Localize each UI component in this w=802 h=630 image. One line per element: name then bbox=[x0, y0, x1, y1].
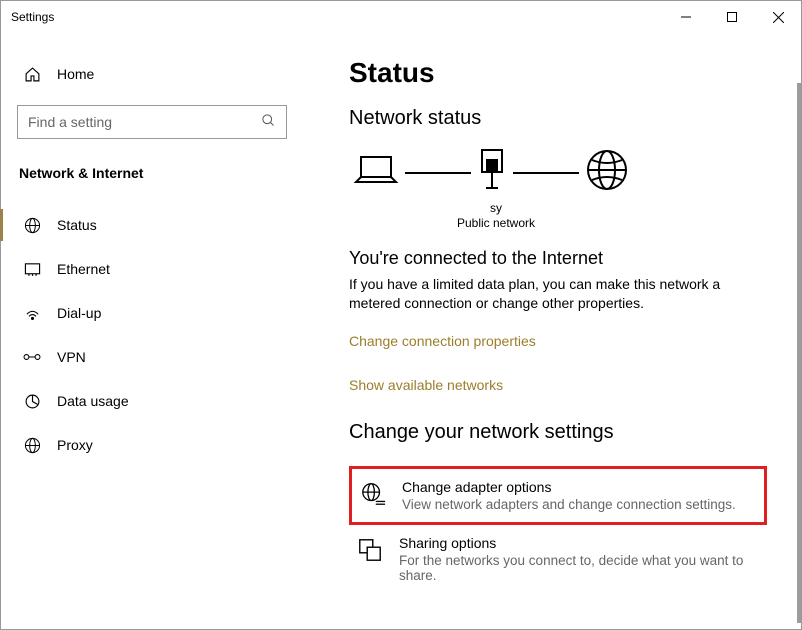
status-heading: Network status bbox=[349, 107, 767, 130]
diagram-connector bbox=[513, 172, 579, 174]
ethernet-icon bbox=[23, 260, 41, 278]
adapter-icon bbox=[360, 481, 386, 507]
sidebar-item-label: Proxy bbox=[57, 437, 93, 453]
sidebar-item-ethernet[interactable]: Ethernet bbox=[1, 247, 303, 291]
sidebar-item-datausage[interactable]: Data usage bbox=[1, 379, 303, 423]
scrollbar[interactable] bbox=[797, 83, 801, 623]
close-button[interactable] bbox=[755, 1, 801, 33]
sidebar-item-dialup[interactable]: Dial-up bbox=[1, 291, 303, 335]
diagram-connector bbox=[405, 172, 471, 174]
datausage-icon bbox=[23, 392, 41, 410]
link-show-networks[interactable]: Show available networks bbox=[349, 377, 767, 393]
maximize-button[interactable] bbox=[709, 1, 755, 33]
sharing-icon bbox=[357, 537, 383, 563]
page-title: Status bbox=[349, 57, 767, 89]
option-title: Change adapter options bbox=[402, 479, 736, 495]
home-icon bbox=[23, 65, 41, 83]
sidebar-item-label: Status bbox=[57, 217, 97, 233]
sidebar-item-status[interactable]: Status bbox=[1, 203, 303, 247]
laptop-icon bbox=[353, 152, 399, 193]
nav-home-label: Home bbox=[57, 66, 94, 82]
content: Status Network status sy Public network … bbox=[303, 33, 801, 629]
search-input[interactable] bbox=[28, 114, 261, 130]
titlebar: Settings bbox=[1, 1, 801, 33]
sidebar-item-label: Dial-up bbox=[57, 305, 101, 321]
globe-icon bbox=[23, 216, 41, 234]
dialup-icon bbox=[23, 304, 41, 322]
settings-heading: Change your network settings bbox=[349, 421, 767, 444]
sidebar-item-label: VPN bbox=[57, 349, 86, 365]
internet-globe-icon bbox=[585, 148, 629, 197]
nav-home[interactable]: Home bbox=[1, 57, 303, 91]
category-header: Network & Internet bbox=[1, 157, 303, 187]
minimize-button[interactable] bbox=[663, 1, 709, 33]
sidebar-item-label: Data usage bbox=[57, 393, 129, 409]
option-sharing[interactable]: Sharing options For the networks you con… bbox=[349, 525, 767, 593]
sidebar: Home Network & Internet Status Ethernet bbox=[1, 33, 303, 629]
link-change-properties[interactable]: Change connection properties bbox=[349, 333, 767, 349]
sidebar-item-label: Ethernet bbox=[57, 261, 110, 277]
search-box[interactable] bbox=[17, 105, 287, 139]
window-controls bbox=[663, 1, 801, 33]
sidebar-item-vpn[interactable]: VPN bbox=[1, 335, 303, 379]
option-description: View network adapters and change connect… bbox=[402, 497, 736, 512]
network-type: Public network bbox=[441, 216, 551, 230]
network-diagram bbox=[349, 148, 767, 197]
option-change-adapter[interactable]: Change adapter options View network adap… bbox=[349, 466, 767, 525]
search-icon bbox=[261, 113, 276, 131]
vpn-icon bbox=[23, 348, 41, 366]
sidebar-item-proxy[interactable]: Proxy bbox=[1, 423, 303, 467]
router-icon bbox=[477, 148, 507, 197]
connected-description: If you have a limited data plan, you can… bbox=[349, 275, 749, 313]
connected-heading: You're connected to the Internet bbox=[349, 248, 767, 269]
option-description: For the networks you connect to, decide … bbox=[399, 553, 759, 583]
proxy-icon bbox=[23, 436, 41, 454]
network-name: sy bbox=[441, 201, 551, 215]
window-title: Settings bbox=[11, 10, 54, 24]
option-title: Sharing options bbox=[399, 535, 759, 551]
